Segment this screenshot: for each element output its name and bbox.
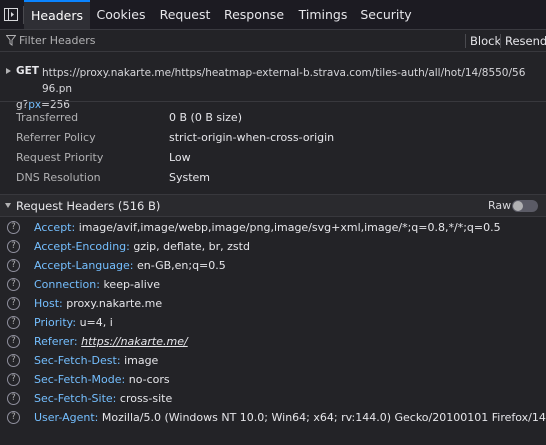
- help-icon[interactable]: ?: [7, 297, 20, 310]
- header-value: gzip, deflate, br, zstd: [133, 240, 250, 253]
- header-name-text: Host:: [34, 297, 63, 310]
- header-row-sec-fetch-dest: ? Sec-Fetch-Dest: image: [0, 351, 546, 370]
- header-name: Sec-Fetch-Mode: no-cors: [34, 370, 170, 389]
- help-icon[interactable]: ?: [7, 373, 20, 386]
- header-value: image/avif,image/webp,image/png,image/sv…: [78, 221, 501, 234]
- toolbar-separator: [500, 34, 501, 48]
- help-icon[interactable]: ?: [7, 278, 20, 291]
- header-name-text: Accept-Encoding:: [34, 240, 130, 253]
- header-row-sec-fetch-site: ? Sec-Fetch-Site: cross-site: [0, 389, 546, 408]
- summary-referrer-policy: Referrer Policy strict-origin-when-cross…: [16, 128, 536, 148]
- header-name-text: User-Agent:: [34, 411, 99, 424]
- header-value: u=4, i: [79, 316, 113, 329]
- tab-request[interactable]: Request: [152, 0, 218, 29]
- help-icon[interactable]: ?: [7, 411, 20, 424]
- raw-toggle[interactable]: [512, 200, 538, 212]
- header-row-accept: ? Accept: image/avif,image/webp,image/pn…: [0, 218, 546, 237]
- summary-transferred: Transferred 0 B (0 B size): [16, 108, 536, 128]
- summary-value: 0 B (0 B size): [169, 111, 242, 124]
- header-name: Connection: keep-alive: [34, 275, 160, 294]
- header-row-accept-language: ? Accept-Language: en-GB,en;q=0.5: [0, 256, 546, 275]
- summary-label: DNS Resolution: [16, 171, 101, 184]
- request-headers-section-header[interactable]: Request Headers (516 B) Raw: [0, 194, 546, 217]
- header-name-text: Priority:: [34, 316, 77, 329]
- header-name: User-Agent: Mozilla/5.0 (Windows NT 10.0…: [34, 408, 546, 427]
- header-row-connection: ? Connection: keep-alive: [0, 275, 546, 294]
- header-value: no-cors: [128, 373, 170, 386]
- header-name: Accept-Encoding: gzip, deflate, br, zstd: [34, 237, 250, 256]
- request-url-line1: https://proxy.nakarte.me/https/heatmap-e…: [42, 67, 526, 95]
- block-button[interactable]: Block: [470, 30, 501, 52]
- header-name-text: Accept-Language:: [34, 259, 134, 272]
- request-method: GET: [16, 65, 39, 77]
- header-name-text: Sec-Fetch-Site:: [34, 392, 117, 405]
- header-value: Mozilla/5.0 (Windows NT 10.0; Win64; x64…: [101, 411, 546, 424]
- tab-headers[interactable]: Headers: [24, 0, 90, 29]
- request-headers-title: Request Headers (516 B): [16, 199, 161, 213]
- request-url: https://proxy.nakarte.me/https/heatmap-e…: [16, 65, 532, 113]
- tab-timings[interactable]: Timings: [290, 0, 356, 29]
- header-row-accept-encoding: ? Accept-Encoding: gzip, deflate, br, zs…: [0, 237, 546, 256]
- help-icon[interactable]: ?: [7, 221, 20, 234]
- tab-security[interactable]: Security: [356, 0, 416, 29]
- help-icon[interactable]: ?: [7, 259, 20, 272]
- filter-toolbar: Block Resend: [0, 30, 546, 52]
- header-row-referer: ? Referer: https://nakarte.me/: [0, 332, 546, 351]
- header-value: keep-alive: [103, 278, 161, 291]
- header-row-sec-fetch-mode: ? Sec-Fetch-Mode: no-cors: [0, 370, 546, 389]
- filter-headers-input[interactable]: [19, 32, 439, 49]
- header-name: Referer: https://nakarte.me/: [34, 332, 188, 351]
- header-name: Sec-Fetch-Dest: image: [34, 351, 158, 370]
- collapse-arrow-icon[interactable]: [5, 203, 11, 208]
- summary-request-priority: Request Priority Low: [16, 148, 536, 168]
- header-name-text: Accept:: [34, 221, 76, 234]
- header-name: Accept: image/avif,image/webp,image/png,…: [34, 218, 501, 237]
- help-icon[interactable]: ?: [7, 316, 20, 329]
- header-value: proxy.nakarte.me: [66, 297, 163, 310]
- section-divider: [0, 101, 546, 102]
- toggle-sidebar-icon[interactable]: [4, 8, 18, 21]
- summary-label: Transferred: [16, 111, 79, 124]
- summary-dns-resolution: DNS Resolution System: [16, 168, 536, 188]
- header-row-user-agent: ? User-Agent: Mozilla/5.0 (Windows NT 10…: [0, 408, 546, 427]
- summary-value: System: [169, 171, 211, 184]
- header-name-text: Sec-Fetch-Mode:: [34, 373, 126, 386]
- expand-arrow-icon[interactable]: [6, 68, 11, 74]
- help-icon[interactable]: ?: [7, 354, 20, 367]
- raw-label: Raw: [488, 199, 512, 212]
- summary-value: Low: [169, 151, 191, 164]
- header-name-text: Sec-Fetch-Dest:: [34, 354, 121, 367]
- help-icon[interactable]: ?: [7, 335, 20, 348]
- summary-label: Referrer Policy: [16, 131, 96, 144]
- header-row-host: ? Host: proxy.nakarte.me: [0, 294, 546, 313]
- toggle-knob: [513, 201, 523, 211]
- details-tab-bar: Headers Cookies Request Response Timings…: [0, 0, 546, 30]
- header-value: image: [124, 354, 159, 367]
- header-row-priority: ? Priority: u=4, i: [0, 313, 546, 332]
- header-name: Sec-Fetch-Site: cross-site: [34, 389, 172, 408]
- resend-button[interactable]: Resend: [505, 30, 546, 52]
- header-name: Host: proxy.nakarte.me: [34, 294, 162, 313]
- help-icon[interactable]: ?: [7, 240, 20, 253]
- header-name: Accept-Language: en-GB,en;q=0.5: [34, 256, 226, 275]
- tab-cookies[interactable]: Cookies: [90, 0, 152, 29]
- header-value: en-GB,en;q=0.5: [136, 259, 226, 272]
- header-name: Priority: u=4, i: [34, 313, 113, 332]
- summary-value: strict-origin-when-cross-origin: [169, 131, 335, 144]
- filter-icon: [6, 35, 16, 46]
- summary-label: Request Priority: [16, 151, 104, 164]
- tab-response[interactable]: Response: [218, 0, 290, 29]
- header-name-text: Connection:: [34, 278, 100, 291]
- header-value: cross-site: [119, 392, 173, 405]
- toolbar-separator: [465, 34, 466, 48]
- referer-link[interactable]: https://nakarte.me/: [81, 335, 188, 348]
- header-name-text: Referer:: [34, 335, 78, 348]
- help-icon[interactable]: ?: [7, 392, 20, 405]
